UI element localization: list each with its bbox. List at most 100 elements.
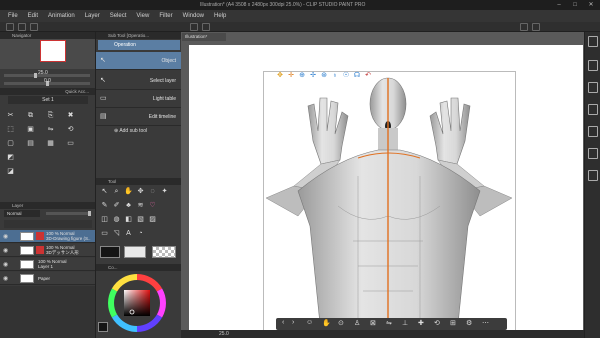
pen-tool-icon[interactable]: ✎ xyxy=(100,202,109,210)
brush-tool-icon[interactable]: ♣ xyxy=(124,202,133,210)
quick-access-tab[interactable]: Quick Acc... xyxy=(0,88,95,95)
open-file-icon[interactable] xyxy=(18,23,26,31)
material-folder-icon[interactable] xyxy=(588,126,598,137)
material-folder-icon[interactable] xyxy=(588,82,598,93)
frame-tool-icon[interactable]: ▭ xyxy=(100,230,109,238)
settings-icon[interactable]: ⚙ xyxy=(466,319,472,327)
opacity-slider[interactable] xyxy=(46,211,91,216)
hand-tool-icon[interactable]: ✋ xyxy=(124,188,133,196)
save-icon[interactable] xyxy=(30,23,38,31)
text-tool-icon[interactable]: A xyxy=(124,230,133,238)
lasso-tool-icon[interactable]: ◌ xyxy=(148,188,157,196)
register-pose-icon[interactable]: ✚ xyxy=(418,319,424,327)
eraser-tool-icon[interactable]: ◫ xyxy=(100,216,109,224)
navigator-thumbnail[interactable] xyxy=(40,40,66,62)
fill-icon[interactable]: ▣ xyxy=(26,126,35,134)
maximize-button[interactable]: □ xyxy=(568,1,582,9)
menu-layer[interactable]: Layer xyxy=(85,13,100,19)
menu-edit[interactable]: Edit xyxy=(28,13,38,19)
clip-studio-icon[interactable] xyxy=(520,23,528,31)
sub-tool-edit-timeline[interactable]: ▤ Edit timeline xyxy=(96,108,182,126)
ruler-icon[interactable]: ▭ xyxy=(66,140,75,148)
reset-pose-icon[interactable]: ⟲ xyxy=(434,319,440,327)
color-panel-tab[interactable]: Co... xyxy=(96,264,182,271)
blend-tool-icon[interactable]: ◍ xyxy=(112,216,121,224)
color-main-indicator[interactable] xyxy=(98,322,108,332)
material-icon[interactable] xyxy=(588,36,598,47)
main-color-swatch[interactable] xyxy=(100,246,120,258)
redo-icon[interactable] xyxy=(202,23,210,31)
figure-tool-icon[interactable]: ▨ xyxy=(148,216,157,224)
lock-joint-icon[interactable]: ⊠ xyxy=(370,319,376,327)
new-file-icon[interactable] xyxy=(6,23,14,31)
eraser-icon[interactable]: ◩ xyxy=(6,154,15,162)
layer-row[interactable]: ◉ 100 % Normal Layer 1 xyxy=(0,258,95,271)
camera-icon[interactable]: ⊙ xyxy=(338,319,344,327)
blend-mode-select[interactable]: Normal xyxy=(4,210,40,217)
airbrush-tool-icon[interactable]: ≋ xyxy=(136,202,145,210)
eye-icon[interactable]: ◉ xyxy=(3,247,8,254)
layer-row[interactable]: ◉ Paper xyxy=(0,272,95,285)
status-zoom[interactable]: 25.0 xyxy=(219,331,229,337)
chevron-right-icon[interactable]: › xyxy=(292,319,294,326)
ruler-tool-icon[interactable]: ◹ xyxy=(112,230,121,238)
3d-drawing-figure[interactable] xyxy=(258,76,520,324)
brush-icon[interactable]: ◪ xyxy=(6,168,15,176)
fill-tool-icon[interactable]: ◧ xyxy=(124,216,133,224)
hand-pose-icon[interactable]: ✋ xyxy=(322,319,331,327)
pose-scanner-icon[interactable]: ⊞ xyxy=(450,319,456,327)
layer-row[interactable]: ◉ 100 % Normal 3Dデッサン人形 xyxy=(0,244,95,257)
material-folder-icon[interactable] xyxy=(588,104,598,115)
pencil-tool-icon[interactable]: ✐ xyxy=(112,202,121,210)
menu-help[interactable]: Help xyxy=(214,13,226,19)
settings-icon[interactable] xyxy=(532,23,540,31)
copy-icon[interactable]: ⧉ xyxy=(26,112,35,120)
transform-icon[interactable]: ⬚ xyxy=(6,126,15,134)
layer-new-icon[interactable]: ▢ xyxy=(6,140,15,148)
rotate-icon[interactable]: ⟲ xyxy=(66,126,75,134)
material-folder-icon[interactable] xyxy=(588,148,598,159)
material-folder-icon[interactable] xyxy=(588,60,598,71)
set-selector[interactable]: Set 1 xyxy=(8,96,88,104)
document-tab[interactable]: Illustration* xyxy=(182,33,226,41)
more-icon[interactable]: ⋯ xyxy=(482,319,489,327)
grid-icon[interactable]: ▦ xyxy=(46,140,55,148)
eye-icon[interactable]: ◉ xyxy=(3,233,8,240)
sub-tool-object[interactable]: ↖ Object xyxy=(96,52,182,70)
chevron-left-icon[interactable]: ‹ xyxy=(282,319,284,326)
layer-row[interactable]: ◉ 100 % Normal 3D-Drawing figure (S.. xyxy=(0,230,95,243)
menu-animation[interactable]: Animation xyxy=(48,13,75,19)
flip-pose-icon[interactable]: ⇋ xyxy=(386,319,392,327)
zoom-tool-icon[interactable]: ⌕ xyxy=(112,188,121,196)
eye-icon[interactable]: ◉ xyxy=(3,275,8,282)
menu-view[interactable]: View xyxy=(136,13,149,19)
delete-icon[interactable]: ✖ xyxy=(66,112,75,120)
move-tool-icon[interactable]: ✥ xyxy=(136,188,145,196)
menu-filter[interactable]: Filter xyxy=(159,13,172,19)
transparent-swatch[interactable] xyxy=(152,246,176,258)
sub-tool-group-tab[interactable]: Operation xyxy=(98,40,180,50)
figure-icon[interactable]: ♙ xyxy=(354,319,360,327)
eye-icon[interactable]: ◉ xyxy=(3,261,8,268)
menu-window[interactable]: Window xyxy=(183,13,204,19)
ground-icon[interactable]: ⊥ xyxy=(402,319,408,327)
wand-tool-icon[interactable]: ✦ xyxy=(160,188,169,196)
lock-icon[interactable]: ▤ xyxy=(26,140,35,148)
menu-file[interactable]: File xyxy=(8,13,18,19)
close-button[interactable]: ✕ xyxy=(584,1,598,9)
heart-tool-icon[interactable]: ♡ xyxy=(148,202,157,210)
select-tool-icon[interactable]: ↖ xyxy=(100,188,109,196)
balloon-tool-icon[interactable]: ◔ xyxy=(136,230,145,238)
sub-tool-select-layer[interactable]: ↖ Select layer xyxy=(96,72,182,90)
menu-select[interactable]: Select xyxy=(110,13,127,19)
add-sub-tool-button[interactable]: ⊕ Add sub tool xyxy=(114,128,147,134)
flip-icon[interactable]: ⇋ xyxy=(46,126,55,134)
minimize-button[interactable]: – xyxy=(552,1,566,9)
pose-preset-icon[interactable]: ☺ xyxy=(306,319,313,326)
sub-color-swatch[interactable] xyxy=(124,246,146,258)
paste-icon[interactable]: ⎘ xyxy=(46,112,55,120)
cut-icon[interactable]: ✂ xyxy=(6,112,15,120)
undo-icon[interactable] xyxy=(190,23,198,31)
gradient-tool-icon[interactable]: ▧ xyxy=(136,216,145,224)
sub-tool-light-table[interactable]: ▭ Light table xyxy=(96,90,182,108)
